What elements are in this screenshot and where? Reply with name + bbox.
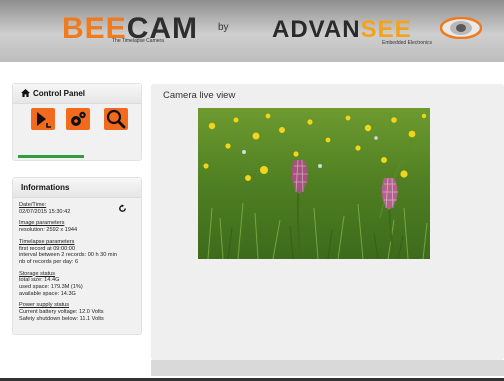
timelapse-params-title[interactable]: Timelapse parameters bbox=[19, 239, 135, 246]
zoom-search-icon bbox=[106, 109, 126, 129]
zoom-button[interactable] bbox=[104, 108, 128, 130]
power-battery-voltage: Current battery voltage: 12.0 Volts bbox=[19, 309, 104, 316]
storage-status-title[interactable]: Storage status bbox=[19, 271, 135, 278]
timelapse-first-record: first record at 09:00:00 bbox=[19, 245, 75, 252]
progress-indicator bbox=[18, 155, 84, 158]
storage-total: total size: 14.4G bbox=[19, 277, 60, 284]
eye-logo-icon bbox=[440, 17, 482, 39]
main-footer-strip bbox=[151, 360, 504, 376]
storage-used: used space: 179.3M (1%) bbox=[19, 284, 83, 291]
camera-live-view-title: Camera live view bbox=[163, 90, 236, 101]
play-record-icon bbox=[37, 112, 51, 128]
refresh-icon[interactable] bbox=[118, 204, 127, 213]
record-button[interactable] bbox=[31, 108, 55, 130]
header-banner: BEECAM The Timelapse Camera by ADVANSEE … bbox=[0, 0, 504, 62]
power-shutdown-voltage: Safety shutdown below: 11.1 Volts bbox=[19, 315, 104, 322]
by-label: by bbox=[218, 22, 229, 33]
advansee-tagline: Embedded Electronics bbox=[382, 40, 433, 46]
informations-body: Date/Time: 02/07/2015 15:30:42 Image par… bbox=[13, 198, 141, 332]
settings-button[interactable] bbox=[66, 108, 90, 130]
image-params-title[interactable]: Image parameters bbox=[19, 220, 135, 227]
camera-live-image bbox=[198, 108, 430, 259]
informations-header: Informations bbox=[13, 178, 141, 198]
timelapse-records-per-day: nb of records per day: 6 bbox=[19, 258, 79, 265]
control-panel-title: Control Panel bbox=[33, 89, 86, 98]
control-panel-header: Control Panel bbox=[13, 84, 141, 104]
timelapse-interval: interval between 2 records: 00 h 30 min bbox=[19, 252, 117, 259]
beecam-tagline: The Timelapse Camera bbox=[112, 38, 164, 44]
power-status-title[interactable]: Power supply status bbox=[19, 302, 135, 309]
image-resolution: resolution: 2592 x 1944 bbox=[19, 227, 78, 234]
informations-panel: Informations Date/Time: 02/07/2015 15:30… bbox=[12, 177, 142, 335]
home-icon bbox=[21, 89, 30, 97]
storage-available: available space: 14.3G bbox=[19, 290, 76, 297]
settings-gears-icon bbox=[71, 111, 86, 126]
